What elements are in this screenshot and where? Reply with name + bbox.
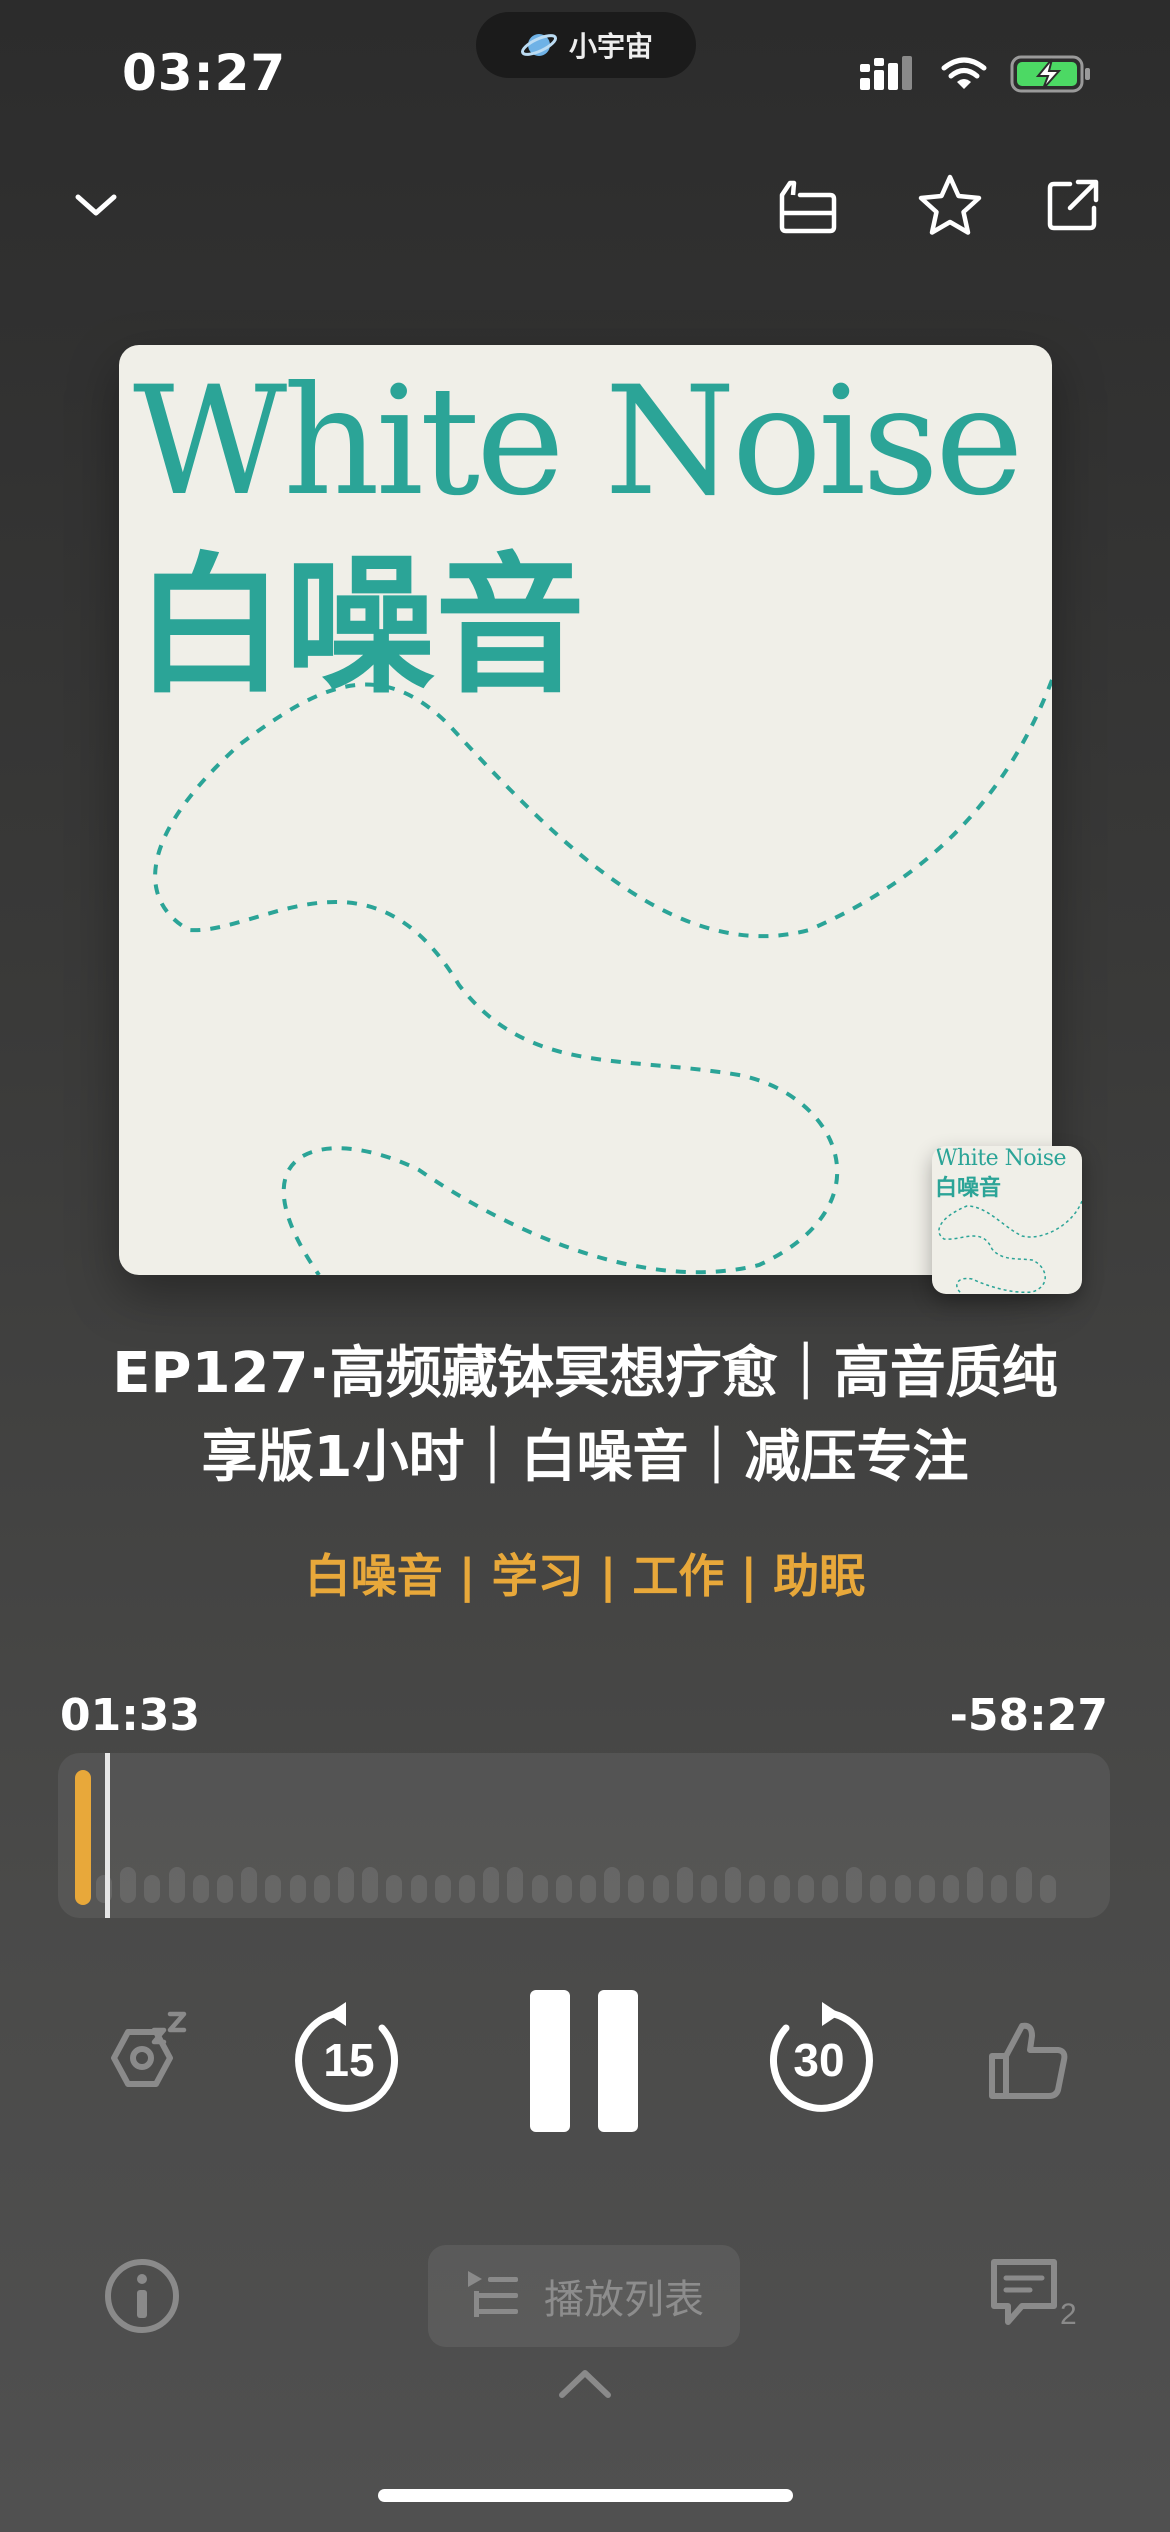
episode-title-line2: 享版1小时｜白噪音｜减压专注 (201, 1425, 969, 1490)
sleep-timer-icon (111, 2011, 187, 2087)
waveform-bar (313, 1875, 330, 1903)
waveform-bar (386, 1875, 403, 1903)
waveform-bar (217, 1875, 233, 1903)
like-icon (989, 2022, 1068, 2099)
status-icons (860, 54, 1092, 94)
signal-icon (860, 56, 912, 90)
waveform-bar (555, 1875, 572, 1903)
waveform-bar (943, 1875, 959, 1903)
waveform-bar (894, 1875, 911, 1903)
comments-button[interactable]: 2 (988, 2256, 1084, 2340)
rewind-seconds: 15 (323, 2034, 374, 2086)
share-icon (1047, 179, 1099, 231)
waveform-bar (604, 1867, 621, 1903)
playlist-label: 播放列表 (544, 2277, 704, 2323)
cover-title-zh: 白噪音 (135, 538, 586, 714)
sleep-timer-card-icon (779, 180, 837, 234)
waveform-bar (967, 1867, 984, 1903)
waveform-bar (846, 1867, 863, 1903)
collapse-button[interactable] (66, 180, 126, 230)
episode-cover: White Noise 白噪音 (119, 345, 1052, 1275)
waveform-bar (531, 1875, 548, 1903)
chevron-up-icon (559, 2370, 611, 2398)
episode-title-line1: EP127·高频藏钵冥想疗愈｜高音质纯 (112, 1341, 1058, 1406)
forward-30-button[interactable]: 30 (764, 2002, 874, 2112)
episode-title[interactable]: EP127·高频藏钵冥想疗愈｜高音质纯 享版1小时｜白噪音｜减压专注 (80, 1332, 1090, 1500)
waveform-bar (773, 1875, 790, 1903)
rewind-15-button[interactable]: 15 (294, 2002, 404, 2112)
waveform-bar (168, 1867, 185, 1903)
sleep-timer-button[interactable] (98, 2002, 194, 2098)
star-icon (918, 174, 982, 235)
cover-title-en: White Noise (133, 355, 1024, 529)
waveform-scrubber[interactable] (58, 1753, 1110, 1918)
waveform-bar (676, 1867, 693, 1903)
card-button[interactable] (774, 172, 840, 238)
waveform-bar (507, 1867, 524, 1903)
expand-button[interactable] (556, 2364, 614, 2404)
comment-icon: 2 (991, 2259, 1077, 2331)
wifi-icon (941, 57, 987, 89)
waveform-bar (580, 1875, 596, 1903)
home-indicator[interactable] (378, 2489, 793, 2502)
thumb-title-en: White Noise (935, 1146, 1067, 1171)
waveform-bar (725, 1867, 742, 1903)
pause-button[interactable] (524, 1990, 644, 2132)
waveform-bar (338, 1867, 354, 1903)
waveform-bar (410, 1875, 427, 1903)
waveform-bar (701, 1875, 717, 1903)
elapsed-time: 01:33 (60, 1690, 201, 1741)
waveform-bar (870, 1875, 887, 1903)
comment-count: 2 (1060, 2298, 1077, 2331)
waveform-bar (120, 1867, 137, 1903)
info-button[interactable] (102, 2256, 182, 2336)
planet-icon (520, 34, 557, 56)
battery-charging-icon (1010, 55, 1090, 93)
share-button[interactable] (1040, 172, 1106, 238)
status-time: 03:27 (122, 44, 287, 102)
waveform-bar (483, 1867, 500, 1903)
waveform-bar (144, 1875, 161, 1903)
playlist-icon (468, 2271, 518, 2317)
waveform-bar (459, 1875, 475, 1903)
waveform-bar (652, 1875, 669, 1903)
remaining-time: -58:27 (949, 1690, 1108, 1741)
waveform-bar (241, 1867, 258, 1903)
waveform-bar (289, 1875, 306, 1903)
waveform-bar (628, 1875, 645, 1903)
forward-30-icon: 30 (769, 2002, 873, 2112)
forward-seconds: 30 (793, 2034, 844, 2086)
like-button[interactable] (982, 2016, 1072, 2106)
waveform-bar (434, 1875, 451, 1903)
dynamic-island[interactable]: 小宇宙 (476, 12, 696, 78)
playhead[interactable] (105, 1753, 110, 1918)
waveform-played-bar (75, 1770, 91, 1905)
waveform-bar (1015, 1867, 1032, 1903)
chevron-down-icon (75, 194, 117, 216)
thumb-title-zh: 白噪音 (935, 1175, 1002, 1201)
podcast-thumbnail[interactable]: White Noise 白噪音 (932, 1146, 1082, 1294)
episode-tags[interactable]: 白噪音 | 学习 | 工作 | 助眠 (0, 1540, 1170, 1606)
waveform-bar (822, 1875, 838, 1903)
waveform-bar (918, 1875, 935, 1903)
waveform-bar (749, 1875, 766, 1903)
waveform-bar (265, 1875, 282, 1903)
rewind-15-icon: 15 (295, 2002, 399, 2112)
favorite-button[interactable] (914, 170, 986, 242)
waveform-bar (362, 1867, 379, 1903)
waveform-bar (1039, 1875, 1056, 1903)
island-label: 小宇宙 (568, 30, 653, 63)
waveform-bar (797, 1875, 814, 1903)
pause-icon (530, 1990, 638, 2132)
waveform-bar (991, 1875, 1008, 1903)
waveform-bar (192, 1875, 209, 1903)
info-icon (105, 2259, 179, 2333)
playlist-button[interactable]: 播放列表 (428, 2245, 740, 2347)
